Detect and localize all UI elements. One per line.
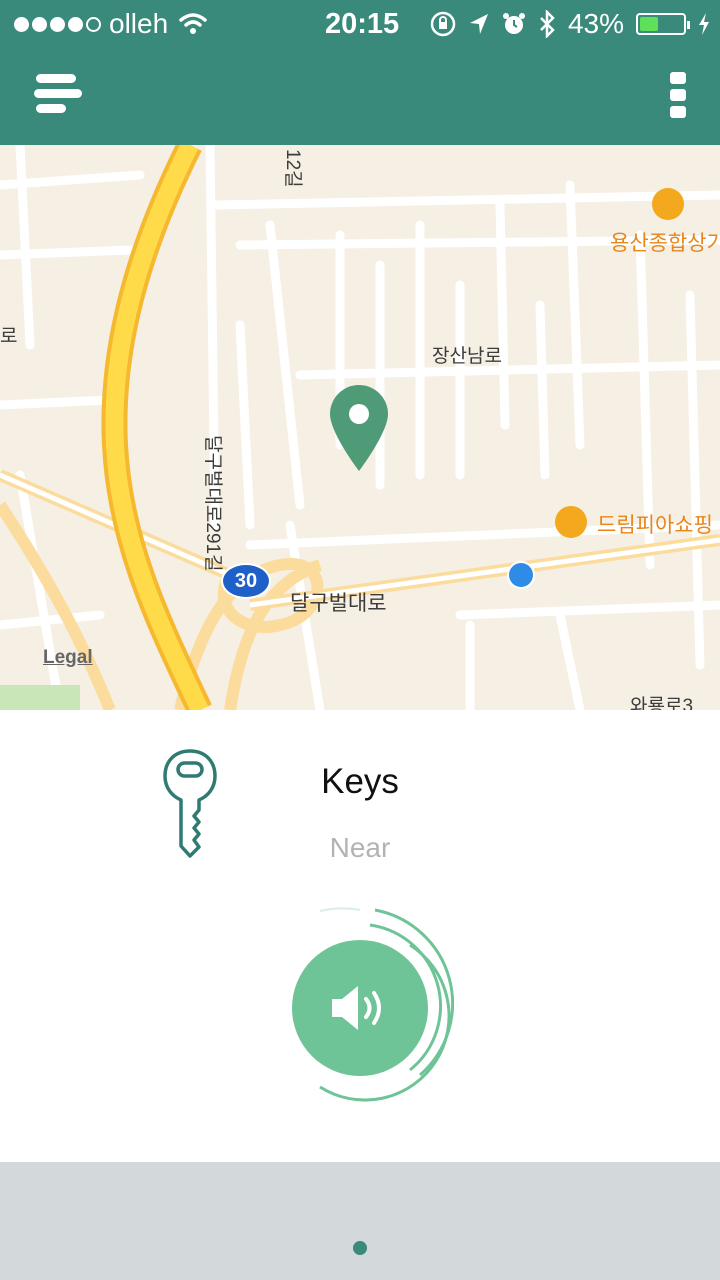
route-number: 30 — [234, 570, 258, 592]
bluetooth-icon — [540, 10, 555, 38]
alarm-icon — [502, 13, 525, 34]
signal-strength-icon — [14, 16, 101, 32]
legal-link[interactable]: Legal — [43, 647, 93, 669]
device-status: Near — [329, 832, 391, 863]
status-time: 20:15 — [325, 8, 400, 40]
status-icons: 43% — [430, 8, 710, 40]
app-header: olleh 20:15 43% — [0, 0, 720, 145]
menu-icon[interactable] — [34, 74, 84, 114]
speaker-icon — [332, 986, 381, 1030]
page-indicator-dot[interactable] — [353, 1241, 367, 1255]
rotation-lock-icon — [430, 11, 456, 37]
poi-label-yongsan[interactable]: 용산종합상가 — [610, 227, 720, 257]
poi-label-dreampia[interactable]: 드림피아쇼핑 — [597, 509, 713, 539]
carrier-name: olleh — [109, 8, 169, 39]
road-label-12: 12길 — [282, 149, 303, 188]
pager-footer — [0, 1162, 720, 1280]
battery-icon — [636, 13, 690, 35]
key-icon — [163, 749, 217, 858]
device-name: Keys — [321, 762, 399, 801]
route-shield-icon: 30 — [221, 563, 271, 599]
road-label-edge: 로 — [0, 326, 18, 347]
road-label-jangsan: 장산남로 — [432, 346, 502, 367]
road-label-main: 달구벌대로 — [290, 592, 387, 615]
shopping-icon — [652, 188, 684, 220]
more-vertical-icon[interactable] — [670, 72, 688, 118]
road-label-waryong: 와룡로3 — [630, 696, 694, 710]
device-card: Keys Near — [0, 710, 720, 1162]
road-label-291: 달구벌대로291길 — [202, 435, 223, 572]
map-view[interactable]: 달구벌대로291길 달구벌대로 장산남로 12길 와룡로3 로 용산종합상가 드… — [0, 145, 720, 710]
shopping-icon — [555, 506, 587, 538]
map-pin-icon[interactable] — [328, 383, 390, 473]
wifi-icon — [179, 13, 207, 34]
carrier: olleh — [14, 8, 208, 40]
location-arrow-icon — [469, 14, 488, 34]
play-sound-button[interactable] — [292, 940, 428, 1076]
charging-bolt-icon — [699, 13, 709, 35]
status-bar: olleh 20:15 43% — [0, 0, 720, 48]
battery-percent: 43% — [567, 8, 624, 39]
subway-icon — [507, 561, 535, 589]
